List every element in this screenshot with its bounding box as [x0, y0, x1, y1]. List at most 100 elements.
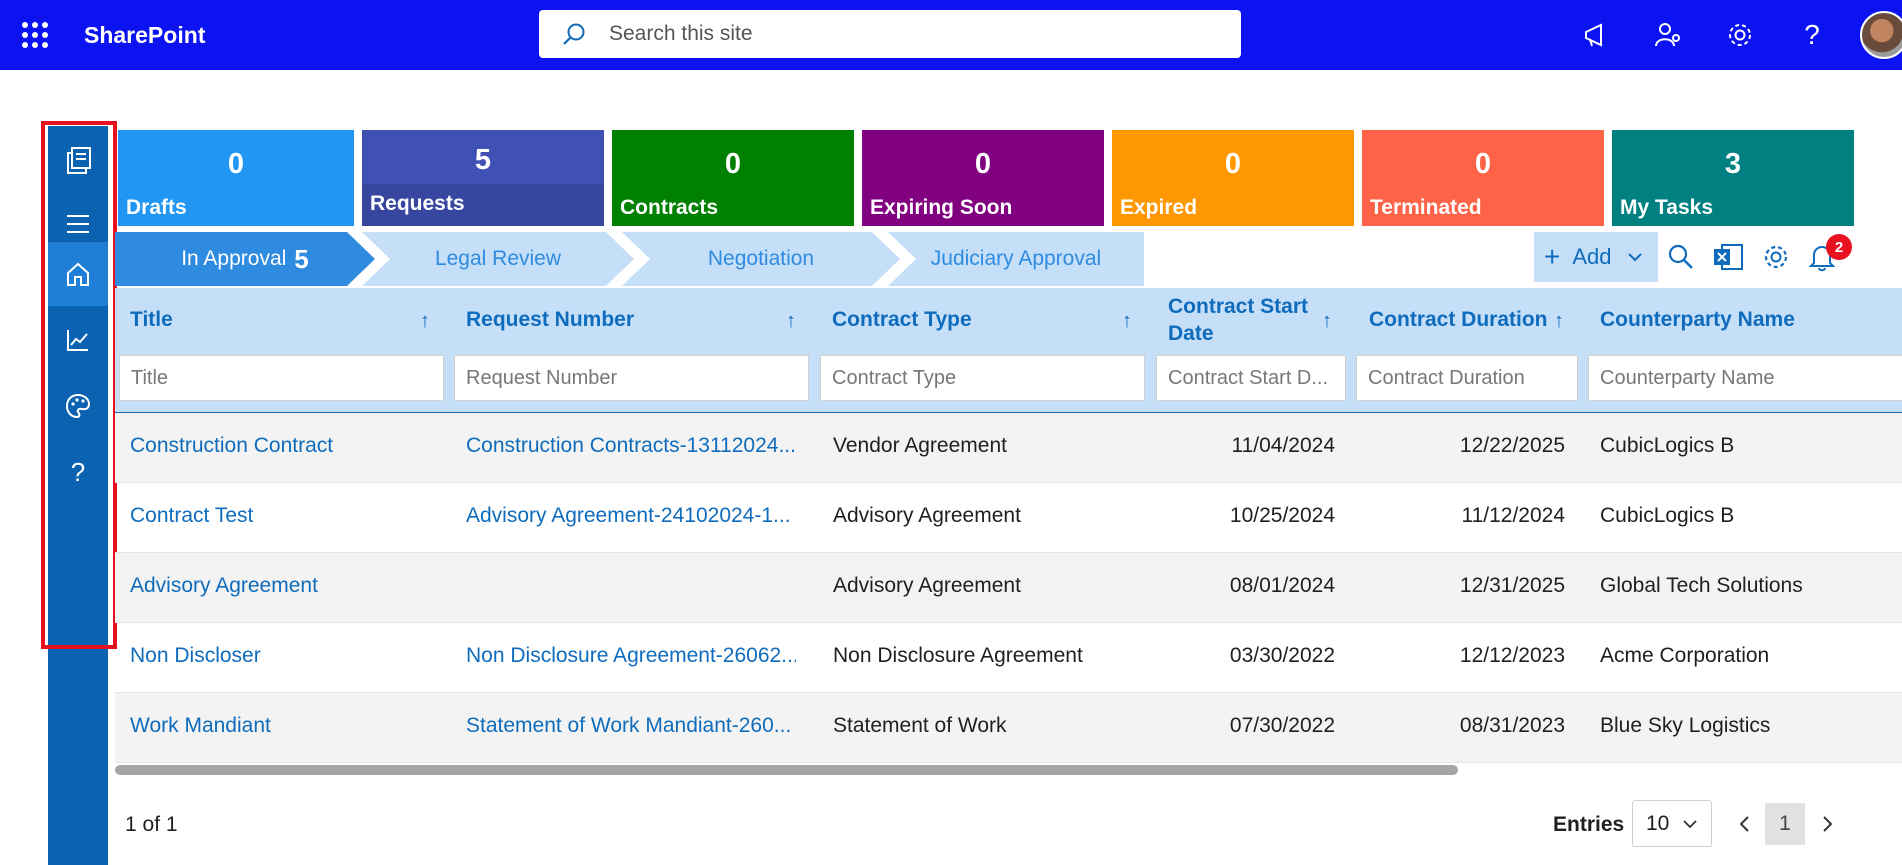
horizontal-scrollbar[interactable]: [115, 765, 1458, 775]
filter-counterparty-name-input[interactable]: [1588, 355, 1902, 401]
cell-contract-type: Advisory Agreement: [833, 504, 1021, 527]
table-row[interactable]: Construction Contract Construction Contr…: [115, 413, 1902, 483]
filter-request-number-input[interactable]: [454, 355, 809, 401]
chevron-down-icon: [1627, 253, 1642, 262]
filter-title-input[interactable]: [119, 355, 444, 401]
tile-count: 3: [1724, 148, 1742, 180]
tile-label: Terminated: [1370, 196, 1482, 219]
tile-requests[interactable]: 5 Requests: [362, 130, 604, 226]
sort-arrow-icon[interactable]: ↑: [1122, 310, 1132, 333]
app-title[interactable]: SharePoint: [84, 22, 205, 49]
tile-count: 0: [974, 148, 992, 180]
tile-count: 0: [1224, 148, 1242, 180]
table-row[interactable]: Work Mandiant Statement of Work Mandiant…: [115, 693, 1902, 763]
stage-judiciary-approval[interactable]: Judiciary Approval: [888, 232, 1144, 286]
column-header-request-number[interactable]: Request Number: [466, 295, 634, 345]
add-button[interactable]: + Add: [1534, 232, 1658, 282]
tile-drafts[interactable]: 0 Drafts: [118, 130, 354, 226]
plus-icon: +: [1544, 241, 1561, 272]
cell-request-number[interactable]: Advisory Agreement-24102024-1...: [466, 504, 796, 528]
tile-contracts[interactable]: 0 Contracts: [612, 130, 854, 226]
sort-arrow-icon[interactable]: ↑: [1322, 310, 1332, 333]
cell-counterparty: CubicLogics B: [1600, 504, 1735, 527]
entries-select[interactable]: 10: [1632, 800, 1712, 847]
cell-counterparty: Global Tech Solutions: [1600, 574, 1803, 597]
sort-arrow-icon[interactable]: ↑: [786, 310, 796, 333]
search-input[interactable]: [609, 18, 1209, 50]
add-label: Add: [1572, 244, 1612, 269]
stage-label: Legal Review: [434, 247, 562, 270]
cell-start-date: 08/01/2024: [1229, 574, 1335, 597]
previous-page-button[interactable]: [1724, 803, 1764, 845]
filter-contract-start-date-input[interactable]: [1156, 355, 1346, 401]
sort-arrow-icon[interactable]: ↑: [1554, 310, 1564, 333]
cell-duration: 12/12/2023: [1459, 644, 1565, 667]
page-number-button[interactable]: 1: [1765, 803, 1805, 845]
cell-contract-type: Non Disclosure Agreement: [833, 644, 1083, 667]
cell-duration: 12/22/2025: [1459, 434, 1565, 457]
stage-in-approval[interactable]: In Approval 5: [115, 232, 375, 286]
cell-title[interactable]: Construction Contract: [130, 434, 333, 458]
next-page-button[interactable]: [1808, 803, 1848, 845]
tile-expiring-soon[interactable]: 0 Expiring Soon: [862, 130, 1104, 226]
stage-label: In Approval: [181, 247, 287, 270]
notification-badge: 2: [1826, 234, 1852, 260]
tile-expired[interactable]: 0 Expired: [1112, 130, 1354, 226]
cell-request-number[interactable]: Non Disclosure Agreement-26062...: [466, 644, 796, 668]
cell-contract-type: Vendor Agreement: [833, 434, 1007, 457]
help-icon[interactable]: ?: [1795, 18, 1829, 52]
sort-arrow-icon[interactable]: ↑: [420, 310, 430, 333]
stage-label: Negotiation: [707, 247, 815, 270]
cell-start-date: 03/30/2022: [1229, 644, 1335, 667]
filter-contract-type-input[interactable]: [820, 355, 1145, 401]
cell-title[interactable]: Work Mandiant: [130, 714, 271, 738]
suite-header: SharePoint ?: [0, 0, 1902, 70]
megaphone-icon[interactable]: [1579, 18, 1613, 52]
column-header-title[interactable]: Title: [130, 295, 173, 345]
cell-request-number[interactable]: Construction Contracts-13112024...: [466, 434, 796, 458]
column-header-contract-duration[interactable]: Contract Duration: [1369, 295, 1548, 345]
page-summary: 1 of 1: [125, 813, 178, 836]
tile-count: 0: [227, 148, 245, 180]
tile-count: 0: [1474, 148, 1492, 180]
chevron-down-icon: [1683, 819, 1697, 828]
tile-label: Requests: [370, 192, 465, 215]
cell-request-number[interactable]: Statement of Work Mandiant-260...: [466, 714, 796, 738]
tile-count: 0: [724, 148, 742, 180]
cell-duration: 08/31/2023: [1459, 714, 1565, 737]
tile-label: Drafts: [126, 196, 187, 219]
stage-count: 5: [294, 243, 309, 274]
column-header-counterparty-name[interactable]: Counterparty Name: [1600, 295, 1795, 345]
filter-contract-duration-input[interactable]: [1356, 355, 1578, 401]
column-header-contract-start-date[interactable]: Contract Start Date: [1168, 295, 1318, 345]
gear-icon[interactable]: [1723, 18, 1757, 52]
app-launcher-icon[interactable]: [22, 22, 48, 48]
stage-label: Judiciary Approval: [930, 247, 1102, 270]
tile-terminated[interactable]: 0 Terminated: [1362, 130, 1604, 226]
cell-counterparty: Blue Sky Logistics: [1600, 714, 1771, 737]
entries-value: 10: [1646, 811, 1670, 835]
tile-label: Expired: [1120, 196, 1198, 219]
cell-title[interactable]: Contract Test: [130, 504, 253, 528]
stage-legal-review[interactable]: Legal Review: [362, 232, 634, 286]
cell-start-date: 07/30/2022: [1229, 714, 1335, 737]
cell-title[interactable]: Advisory Agreement: [130, 574, 318, 598]
excel-export-icon[interactable]: [1711, 240, 1745, 274]
table-row[interactable]: Advisory Agreement Advisory Agreement 08…: [115, 553, 1902, 623]
people-settings-icon[interactable]: [1651, 18, 1685, 52]
tile-label: Expiring Soon: [870, 196, 1013, 219]
column-header-contract-type[interactable]: Contract Type: [832, 295, 972, 345]
table-row[interactable]: Non Discloser Non Disclosure Agreement-2…: [115, 623, 1902, 693]
cell-duration: 11/12/2024: [1461, 504, 1565, 527]
chevron-right-icon: [1823, 816, 1833, 832]
cell-contract-type: Statement of Work: [833, 714, 1007, 737]
search-box[interactable]: [539, 10, 1241, 58]
gear-icon[interactable]: [1759, 240, 1793, 274]
tile-my-tasks[interactable]: 3 My Tasks: [1612, 130, 1854, 226]
stage-negotiation[interactable]: Negotiation: [622, 232, 900, 286]
cell-title[interactable]: Non Discloser: [130, 644, 261, 668]
table-row[interactable]: Contract Test Advisory Agreement-2410202…: [115, 483, 1902, 553]
search-icon[interactable]: [1664, 240, 1698, 274]
avatar[interactable]: [1860, 11, 1902, 59]
chevron-left-icon: [1739, 816, 1749, 832]
